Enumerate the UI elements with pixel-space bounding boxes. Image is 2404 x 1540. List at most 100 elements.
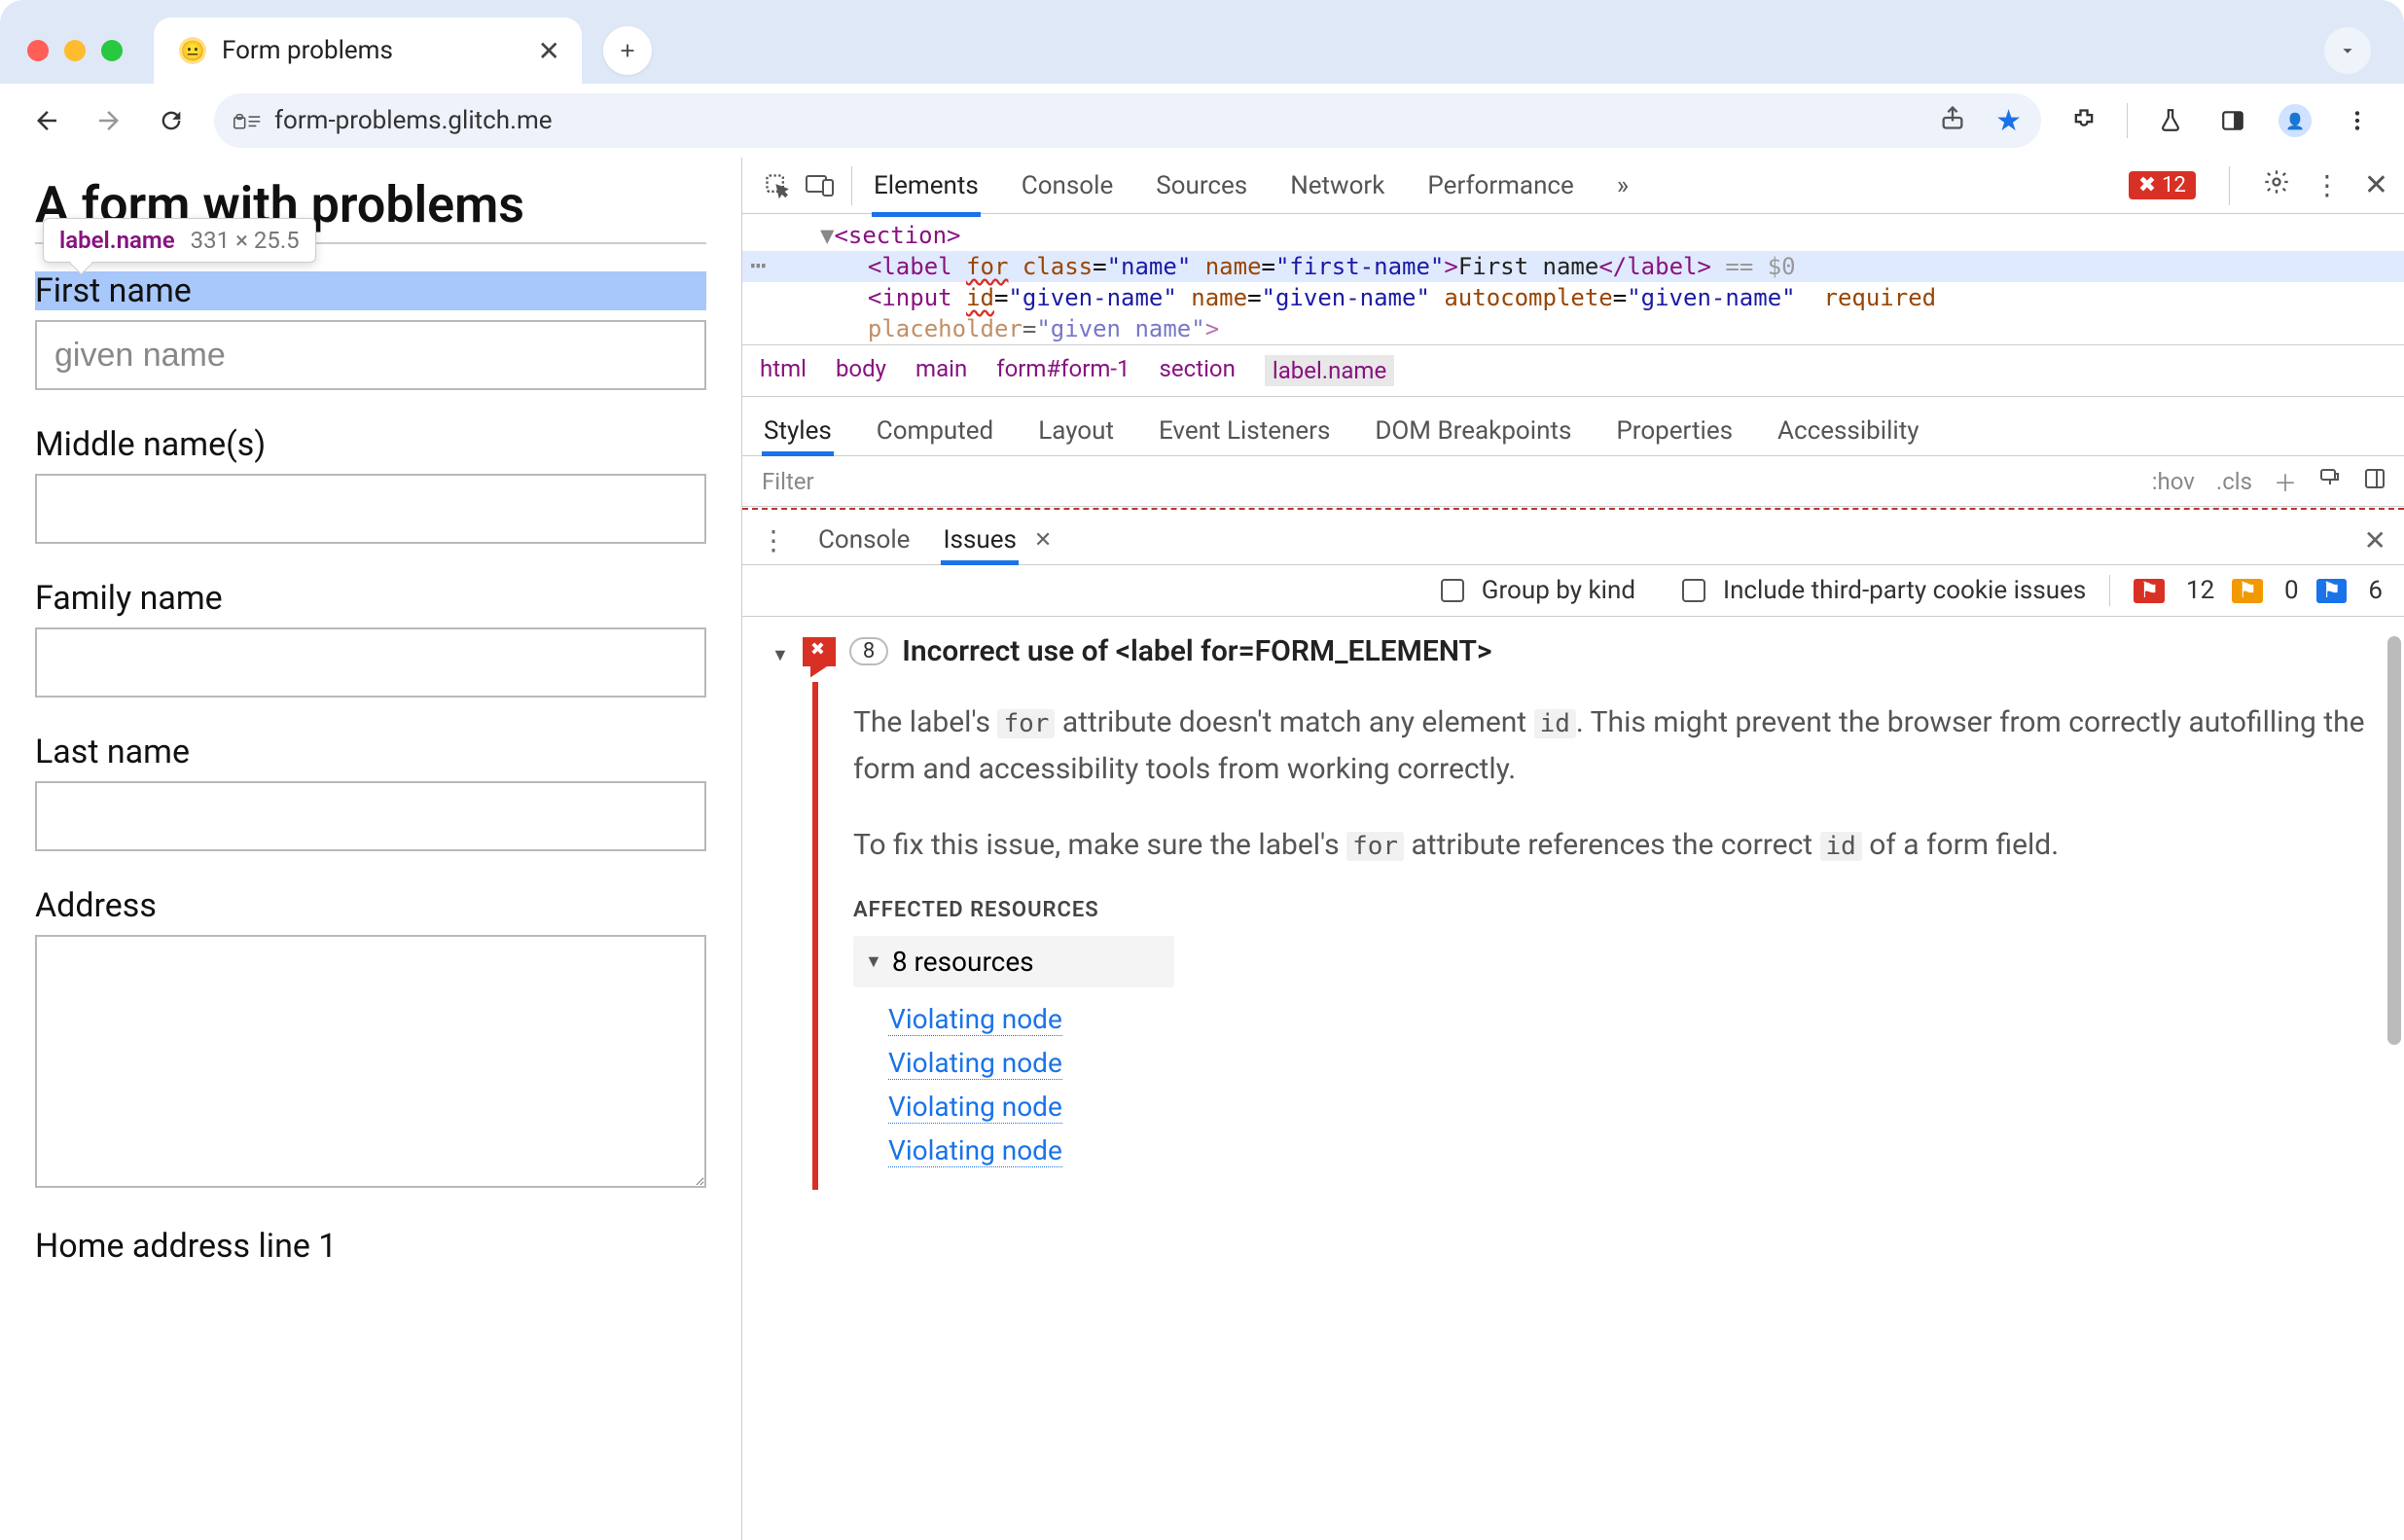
error-count-badge[interactable]: ✖ 12	[2129, 171, 2196, 199]
minimize-window-button[interactable]	[64, 40, 86, 61]
separator	[2127, 103, 2128, 138]
paint-icon[interactable]	[2318, 467, 2342, 496]
new-tab-button[interactable]	[603, 26, 652, 75]
dom-overflow-icon[interactable]: ⋯	[750, 249, 769, 281]
close-issues-tab-icon[interactable]: ✕	[1034, 528, 1052, 553]
back-button[interactable]	[27, 101, 66, 140]
checkbox-group-by-kind[interactable]	[1441, 579, 1464, 602]
input-first-name[interactable]	[35, 320, 706, 390]
site-info-icon[interactable]	[233, 110, 261, 131]
tab-layout[interactable]: Layout	[1036, 407, 1116, 455]
close-window-button[interactable]	[27, 40, 49, 61]
close-drawer-icon[interactable]: ✕	[2364, 524, 2386, 556]
issue-header[interactable]: 8 Incorrect use of <label for=FORM_ELEME…	[770, 627, 2404, 682]
violating-node-link[interactable]: Violating node	[853, 1085, 2369, 1128]
breadcrumb-item[interactable]: html	[760, 355, 807, 386]
dom-line-selected[interactable]: <label for class="name" name="first-name…	[742, 251, 2404, 282]
breadcrumb-item-active[interactable]: label.name	[1265, 355, 1394, 386]
breadcrumb-item[interactable]: body	[836, 355, 886, 386]
settings-icon[interactable]	[2263, 168, 2290, 202]
issues-error-badge[interactable]: ⚑	[2134, 579, 2165, 603]
breadcrumb-item[interactable]: form#form-1	[996, 355, 1130, 386]
extensions-icon[interactable]	[2064, 101, 2103, 140]
breadcrumb-item[interactable]: main	[915, 355, 967, 386]
scrollbar-thumb[interactable]	[2387, 636, 2401, 1045]
scrollbar[interactable]	[2386, 617, 2404, 1190]
viewport: A form with problems label.name 331 × 25…	[0, 158, 2404, 1540]
tooltip-dimensions: 331 × 25.5	[191, 227, 300, 254]
issues-warning-badge[interactable]: ⚑	[2232, 579, 2263, 603]
violating-node-link[interactable]: Violating node	[853, 1128, 2369, 1172]
tab-computed[interactable]: Computed	[875, 407, 995, 455]
issue-count: 8	[849, 637, 888, 665]
field-first-name: First name	[35, 271, 706, 390]
issues-info-badge[interactable]: ⚑	[2316, 579, 2348, 603]
bookmark-icon[interactable]: ★	[1995, 104, 2022, 138]
tab-overflow-button[interactable]	[2324, 27, 2371, 74]
issue-description: The label's for attribute doesn't match …	[853, 699, 2369, 793]
label-home-line1: Home address line 1	[35, 1227, 706, 1266]
computed-panel-icon[interactable]	[2363, 467, 2386, 496]
tab-network[interactable]: Network	[1288, 160, 1386, 212]
issues-list: 8 Incorrect use of <label for=FORM_ELEME…	[742, 617, 2404, 1190]
dom-line[interactable]: <input id="given-name" name="given-name"…	[742, 282, 2404, 313]
input-family-name[interactable]	[35, 627, 706, 698]
url-text: form-problems.glitch.me	[274, 106, 553, 135]
dom-line[interactable]: placeholder="given name">	[742, 313, 2404, 344]
tab-event-listeners[interactable]: Event Listeners	[1157, 407, 1332, 455]
hov-toggle[interactable]: :hov	[2152, 468, 2195, 495]
reload-button[interactable]	[152, 101, 191, 140]
profile-icon[interactable]: 👤	[2276, 101, 2314, 140]
tab-dom-breakpoints[interactable]: DOM Breakpoints	[1373, 407, 1573, 455]
window-controls	[27, 40, 123, 61]
fullscreen-window-button[interactable]	[101, 40, 123, 61]
share-icon[interactable]	[1939, 104, 1966, 138]
device-toolbar-icon[interactable]	[799, 164, 842, 207]
issues-toolbar: Group by kind Include third-party cookie…	[742, 565, 2404, 617]
tab-console[interactable]: Console	[1020, 160, 1115, 212]
tab-title: Form problems	[222, 36, 393, 65]
labs-icon[interactable]	[2151, 101, 2190, 140]
styles-filter-input[interactable]: Filter	[742, 468, 2152, 495]
resources-summary[interactable]: ▼8 resources	[853, 936, 1174, 987]
devtools-panel: Elements Console Sources Network Perform…	[741, 158, 2404, 1540]
new-style-icon[interactable]: ＋	[2274, 464, 2297, 498]
panel-icon[interactable]	[2213, 101, 2252, 140]
drawer-tabs: ⋮ Console Issues ✕ ✕	[742, 510, 2404, 565]
tab-accessibility[interactable]: Accessibility	[1776, 407, 1921, 455]
checkbox-third-party[interactable]	[1682, 579, 1705, 602]
drawer-tab-issues[interactable]: Issues	[941, 516, 1018, 564]
dom-line[interactable]: ▼<section>	[742, 220, 2404, 251]
inspect-element-icon[interactable]	[756, 164, 799, 207]
close-devtools-icon[interactable]: ✕	[2364, 168, 2388, 202]
disclosure-triangle-icon[interactable]	[771, 635, 789, 667]
violating-node-link[interactable]: Violating node	[853, 1041, 2369, 1085]
menu-icon[interactable]	[2338, 101, 2377, 140]
forward-button[interactable]	[90, 101, 128, 140]
tab-elements[interactable]: Elements	[872, 160, 981, 212]
more-icon[interactable]: ⋮	[2314, 169, 2341, 201]
tab-sources[interactable]: Sources	[1154, 160, 1249, 212]
tab-performance[interactable]: Performance	[1425, 160, 1575, 212]
devtools-top-bar: Elements Console Sources Network Perform…	[742, 158, 2404, 214]
input-last-name[interactable]	[35, 781, 706, 851]
cls-toggle[interactable]: .cls	[2216, 468, 2252, 495]
label-group-by-kind: Group by kind	[1482, 576, 1635, 605]
tab-properties[interactable]: Properties	[1614, 407, 1735, 455]
devtools-top-right: ✖ 12 ⋮ ✕	[2129, 166, 2404, 205]
violating-node-link[interactable]: Violating node	[853, 997, 2369, 1041]
dom-tree[interactable]: ⋯ ▼<section> <label for class="name" nam…	[742, 214, 2404, 344]
breadcrumb-item[interactable]: section	[1160, 355, 1236, 386]
browser-tab[interactable]: 😐 Form problems ✕	[154, 18, 582, 84]
tab-overflow-icon[interactable]: »	[1615, 160, 1631, 212]
field-home-line1: Home address line 1	[35, 1227, 706, 1266]
address-bar[interactable]: form-problems.glitch.me ★	[214, 93, 2041, 148]
tab-styles[interactable]: Styles	[762, 407, 834, 455]
input-middle-name[interactable]	[35, 474, 706, 544]
textarea-address[interactable]	[35, 935, 706, 1188]
label-middle-name: Middle name(s)	[35, 425, 706, 464]
close-tab-button[interactable]: ✕	[538, 35, 560, 67]
browser-chrome: 😐 Form problems ✕ form-problems.glitch.m…	[0, 0, 2404, 158]
drawer-tab-console[interactable]: Console	[816, 516, 912, 564]
drawer-more-icon[interactable]: ⋮	[760, 524, 787, 556]
